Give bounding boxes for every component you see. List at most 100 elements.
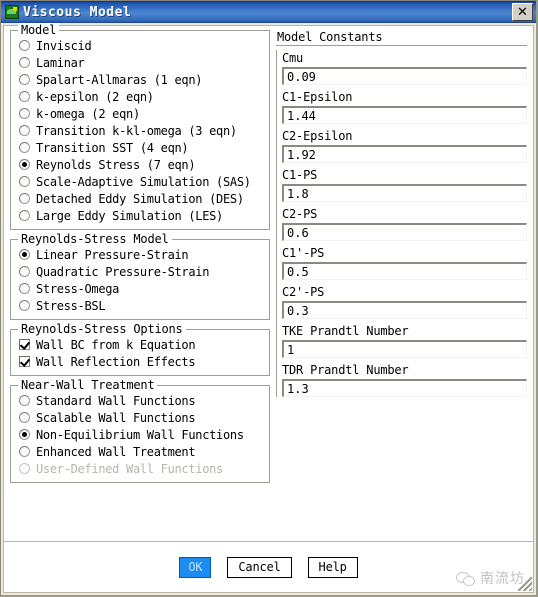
constant-input-c1-ps[interactable]: 1.8	[282, 184, 527, 202]
option-label: Scale-Adaptive Simulation (SAS)	[36, 174, 251, 189]
dialog-content: Model Inviscid Laminar Spalart-Allmaras (1…	[4, 23, 533, 541]
constant-input-c2-epsilon[interactable]: 1.92	[282, 145, 527, 163]
dialog-client-area: Model Inviscid Laminar Spalart-Allmaras (1…	[3, 23, 534, 593]
option-label: Large Eddy Simulation (LES)	[36, 208, 223, 223]
nwt-option-user-defined-wall-functions: User-Defined Wall Functions	[15, 460, 265, 477]
close-button[interactable]: ✕	[512, 3, 533, 21]
radio-icon	[19, 249, 30, 260]
option-label: Wall BC from k Equation	[36, 337, 196, 352]
model-option-transition-k-kl-omega-3-eqn[interactable]: Transition k-kl-omega (3 eqn)	[15, 122, 265, 139]
model-option-reynolds-stress-7-eqn[interactable]: Reynolds Stress (7 eqn)	[15, 156, 265, 173]
option-label: Stress-Omega	[36, 281, 120, 296]
radio-icon	[19, 283, 30, 294]
ok-button[interactable]: OK	[179, 556, 212, 578]
checkbox-icon	[19, 356, 30, 367]
resize-grip[interactable]	[518, 577, 532, 591]
constant-label-cmu: Cmu	[282, 51, 304, 65]
viscous-model-dialog: Viscous Model ✕ Model Inviscid Laminar Spa…	[0, 0, 538, 597]
rsm-option-linear-pressure-strain[interactable]: Linear Pressure-Strain	[15, 246, 265, 263]
close-icon: ✕	[517, 4, 528, 20]
model-constants-title: Model Constants	[277, 30, 383, 44]
reynolds-stress-model-legend: Reynolds-Stress Model	[18, 232, 172, 246]
model-constants-divider	[276, 45, 527, 46]
option-label: Wall Reflection Effects	[36, 354, 196, 369]
constant-label-c1-ps: C1-PS	[282, 168, 318, 182]
model-option-k-epsilon-2-eqn[interactable]: k-epsilon (2 eqn)	[15, 88, 265, 105]
radio-icon	[19, 210, 30, 221]
option-label: Transition k-kl-omega (3 eqn)	[36, 123, 237, 138]
title-bar[interactable]: Viscous Model ✕	[1, 1, 536, 23]
radio-icon	[19, 412, 30, 423]
model-option-large-eddy-simulation-les[interactable]: Large Eddy Simulation (LES)	[15, 207, 265, 224]
constant-input-c1-ps[interactable]: 0.5	[282, 262, 527, 280]
rsm-option-quadratic-pressure-strain[interactable]: Quadratic Pressure-Strain	[15, 263, 265, 280]
radio-icon	[19, 142, 30, 153]
radio-icon	[19, 125, 30, 136]
near-wall-treatment-legend: Near-Wall Treatment	[18, 378, 158, 392]
model-option-inviscid[interactable]: Inviscid	[15, 37, 265, 54]
radio-icon	[19, 57, 30, 68]
watermark: 南流坊	[456, 568, 525, 588]
model-group-legend: Model	[18, 23, 60, 37]
constant-input-c1-epsilon[interactable]: 1.44	[282, 106, 527, 124]
radio-icon	[19, 446, 30, 457]
reynolds-stress-model-group: Reynolds-Stress Model Linear Pressure-St…	[10, 232, 270, 320]
checkbox-icon	[19, 339, 30, 350]
constant-label-tke-prandtl-number: TKE Prandtl Number	[282, 324, 409, 338]
radio-icon	[19, 159, 30, 170]
constant-label-c2-epsilon: C2-Epsilon	[282, 129, 353, 143]
cancel-button[interactable]: Cancel	[227, 556, 292, 578]
constant-label-c1-epsilon: C1-Epsilon	[282, 90, 353, 104]
nwt-option-standard-wall-functions[interactable]: Standard Wall Functions	[15, 392, 265, 409]
reynolds-stress-options-legend: Reynolds-Stress Options	[18, 322, 186, 336]
constant-label-c2-ps: C2'-PS	[282, 285, 325, 299]
model-option-spalart-allmaras-1-eqn[interactable]: Spalart-Allmaras (1 eqn)	[15, 71, 265, 88]
reynolds-stress-model-radio-list: Linear Pressure-Strain Quadratic Pressure…	[15, 246, 265, 314]
option-label: Stress-BSL	[36, 298, 106, 313]
radio-icon	[19, 40, 30, 51]
rsm-option-stress-omega[interactable]: Stress-Omega	[15, 280, 265, 297]
option-label: Laminar	[36, 55, 85, 70]
reynolds-stress-options-group: Reynolds-Stress Options Wall BC from k E…	[10, 322, 270, 376]
model-group: Model Inviscid Laminar Spalart-Allmaras (1…	[10, 23, 270, 230]
option-label: Spalart-Allmaras (1 eqn)	[36, 72, 203, 87]
radio-icon	[19, 429, 30, 440]
option-label: Enhanced Wall Treatment	[36, 444, 196, 459]
option-label: Non-Equilibrium Wall Functions	[36, 427, 244, 442]
rso-option-wall-reflection-effects[interactable]: Wall Reflection Effects	[15, 353, 265, 370]
dialog-footer: OK Cancel Help 南流坊	[4, 542, 533, 592]
option-label: Quadratic Pressure-Strain	[36, 264, 210, 279]
model-option-scale-adaptive-simulation-sas[interactable]: Scale-Adaptive Simulation (SAS)	[15, 173, 265, 190]
radio-icon	[19, 193, 30, 204]
help-button[interactable]: Help	[307, 556, 358, 578]
right-column: Model Constants Cmu 0.09 C1-Epsilon 1.44 C2-…	[270, 26, 533, 541]
nwt-option-non-equilibrium-wall-functions[interactable]: Non-Equilibrium Wall Functions	[15, 426, 265, 443]
model-option-detached-eddy-simulation-des[interactable]: Detached Eddy Simulation (DES)	[15, 190, 265, 207]
option-label: Standard Wall Functions	[36, 393, 196, 408]
model-constants-fields: Cmu 0.09 C1-Epsilon 1.44 C2-Epsilon 1.92 C1-PS…	[276, 50, 527, 397]
rso-option-wall-bc-from-k-equation[interactable]: Wall BC from k Equation	[15, 336, 265, 353]
radio-icon	[19, 91, 30, 102]
constant-input-tke-prandtl-number[interactable]: 1	[282, 340, 527, 358]
constant-input-c2-ps[interactable]: 0.6	[282, 223, 527, 241]
nwt-option-scalable-wall-functions[interactable]: Scalable Wall Functions	[15, 409, 265, 426]
model-option-laminar[interactable]: Laminar	[15, 54, 265, 71]
rsm-option-stress-bsl[interactable]: Stress-BSL	[15, 297, 265, 314]
reynolds-stress-options-checkbox-list: Wall BC from k Equation Wall Reflection E…	[15, 336, 265, 370]
constant-label-c1-ps: C1'-PS	[282, 246, 325, 260]
near-wall-treatment-radio-list: Standard Wall Functions Scalable Wall Fun…	[15, 392, 265, 477]
constant-input-cmu[interactable]: 0.09	[282, 67, 527, 85]
model-option-k-omega-2-eqn[interactable]: k-omega (2 eqn)	[15, 105, 265, 122]
constant-label-tdr-prandtl-number: TDR Prandtl Number	[282, 363, 409, 377]
constant-input-tdr-prandtl-number[interactable]: 1.3	[282, 379, 527, 397]
option-label: Linear Pressure-Strain	[36, 247, 189, 262]
radio-icon	[19, 108, 30, 119]
option-label: Scalable Wall Functions	[36, 410, 196, 425]
window-title: Viscous Model	[23, 4, 132, 20]
left-column: Model Inviscid Laminar Spalart-Allmaras (1…	[4, 23, 270, 541]
nwt-option-enhanced-wall-treatment[interactable]: Enhanced Wall Treatment	[15, 443, 265, 460]
constant-label-c2-ps: C2-PS	[282, 207, 318, 221]
option-label: Detached Eddy Simulation (DES)	[36, 191, 244, 206]
constant-input-c2-ps[interactable]: 0.3	[282, 301, 527, 319]
model-option-transition-sst-4-eqn[interactable]: Transition SST (4 eqn)	[15, 139, 265, 156]
